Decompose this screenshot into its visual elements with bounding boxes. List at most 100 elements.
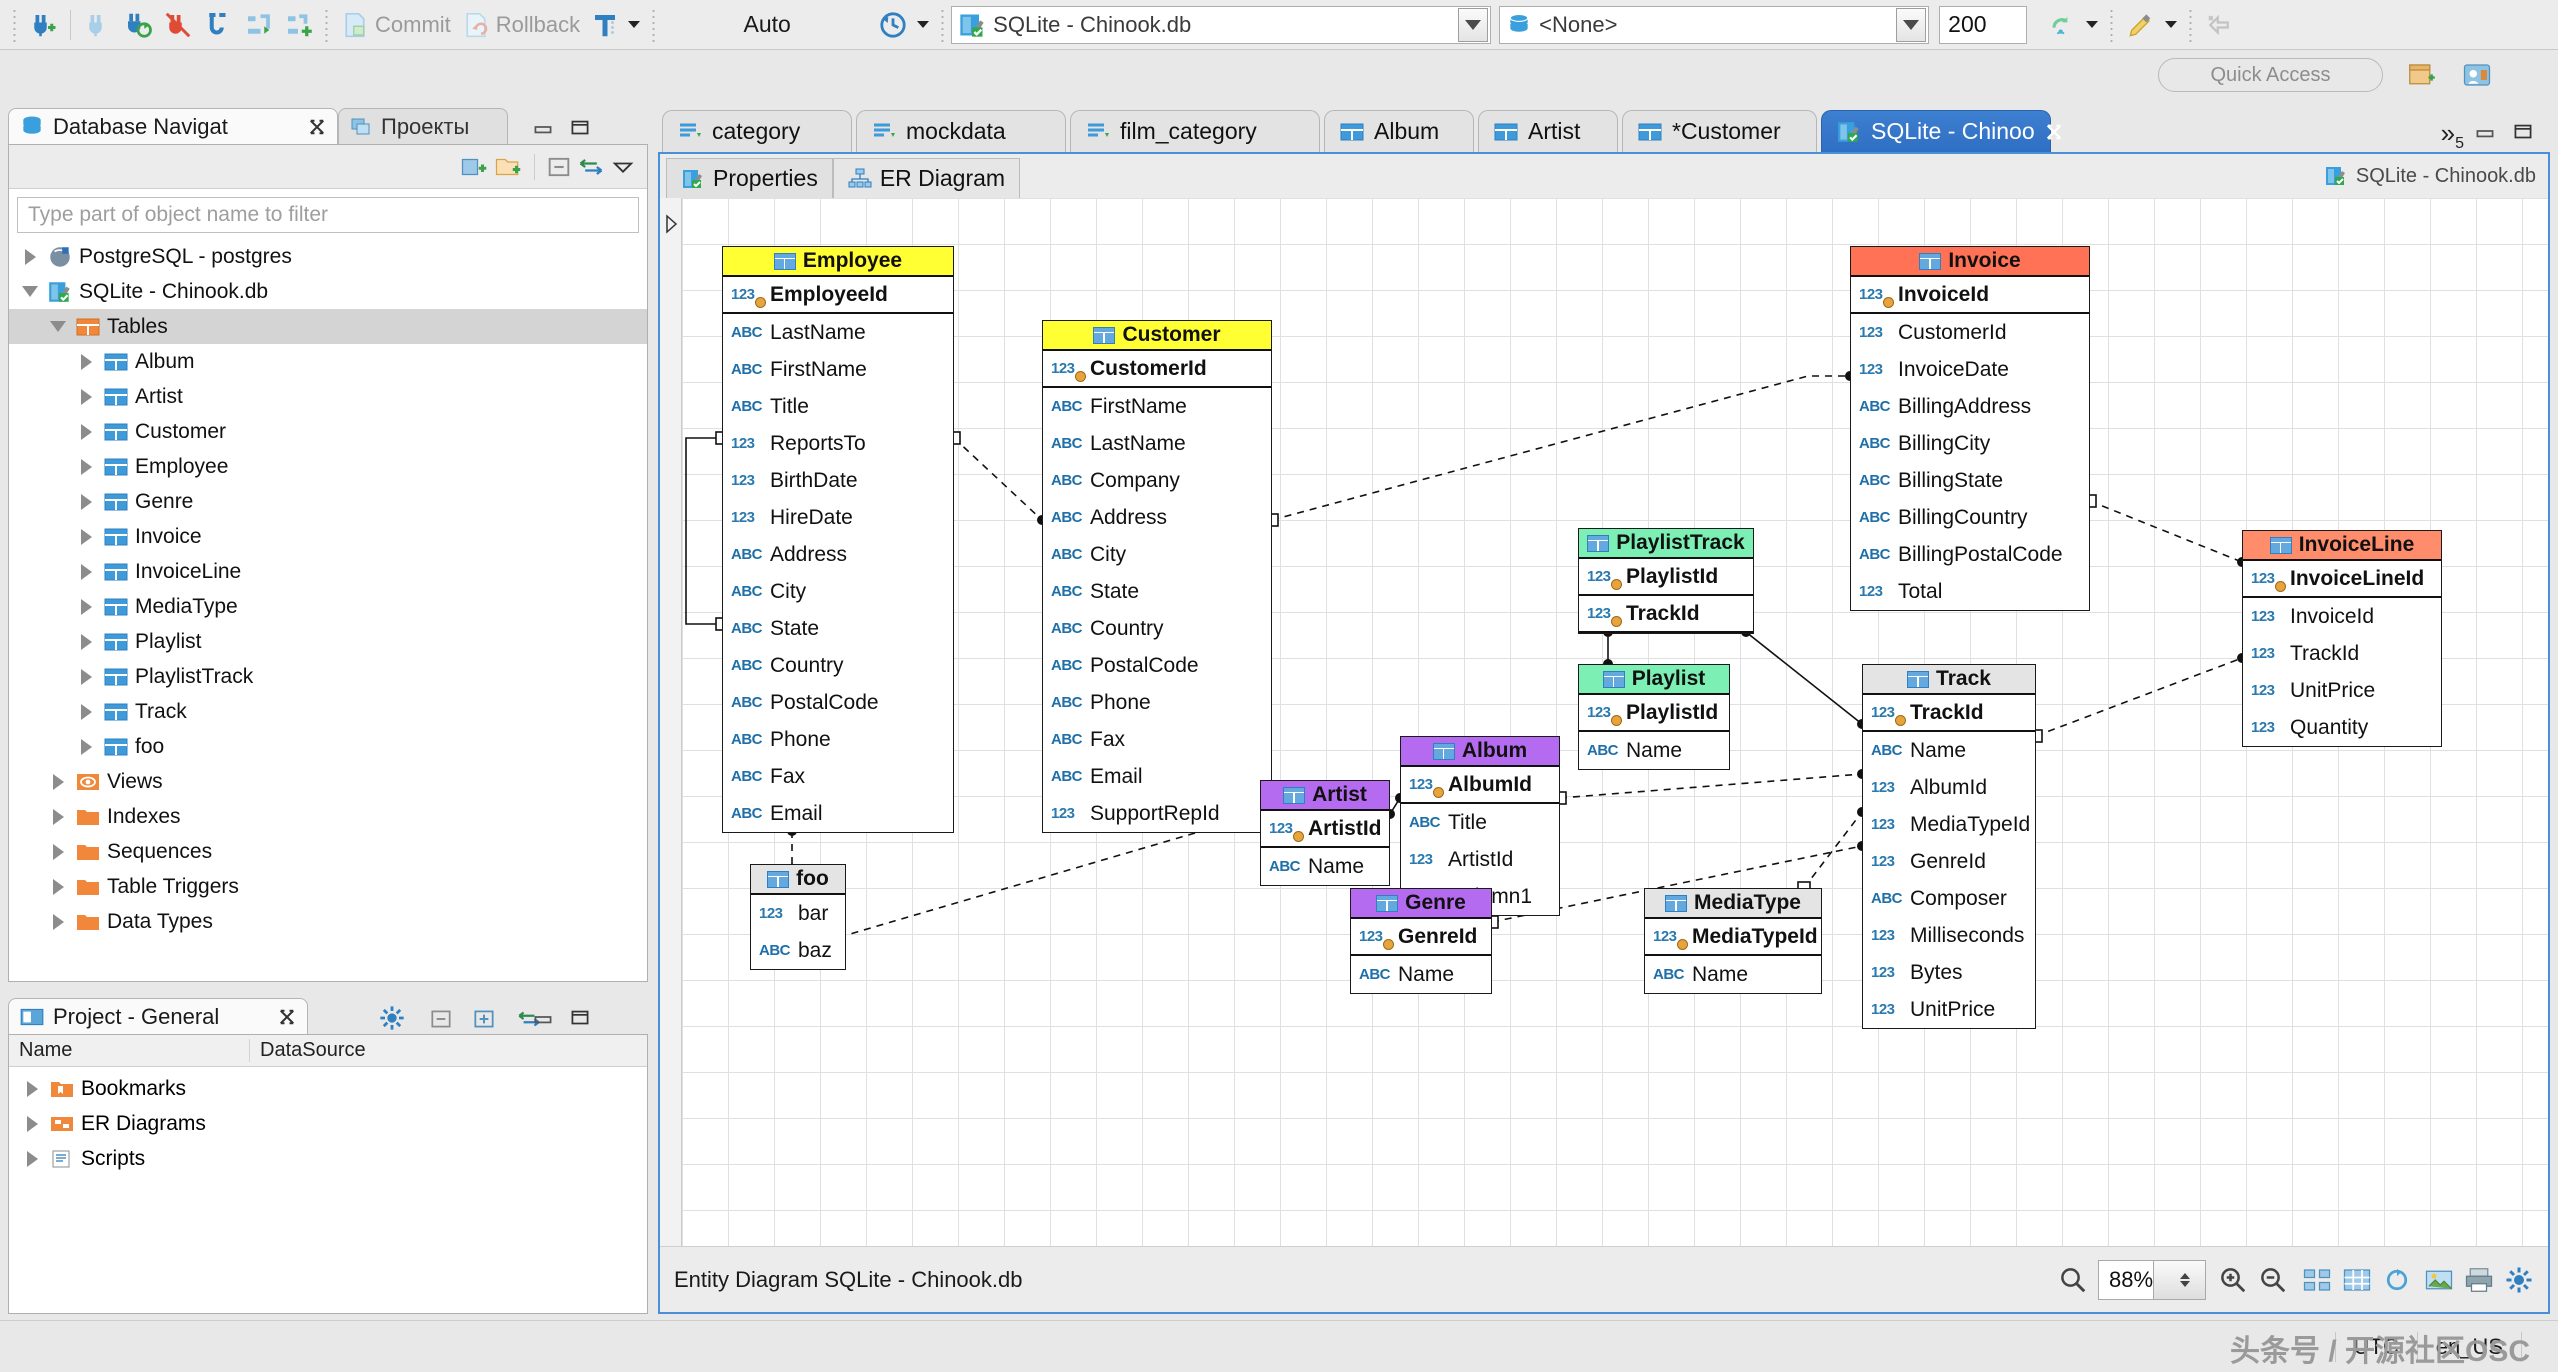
- navigator-filter-input[interactable]: Type part of object name to filter: [17, 197, 639, 233]
- editor-tab-sqlitechinoo[interactable]: SQLite - Chinoo: [1821, 110, 2061, 152]
- restore-perspective-icon[interactable]: [2402, 57, 2440, 93]
- entity-column[interactable]: ABC City: [723, 573, 953, 610]
- project-item-er-diagrams[interactable]: ER Diagrams: [9, 1106, 647, 1141]
- entity-playlist[interactable]: Playlist 123 PlaylistId ABC Name: [1578, 664, 1730, 770]
- diagram-settings-icon[interactable]: [2504, 1265, 2534, 1295]
- entity-artist[interactable]: Artist 123 ArtistId ABC Name: [1260, 780, 1390, 886]
- disconnect-all-icon[interactable]: [158, 7, 198, 43]
- chevron-down-icon[interactable]: [2165, 21, 2178, 28]
- project-tree[interactable]: Bookmarks ER Diagrams Scripts: [9, 1067, 647, 1176]
- close-icon[interactable]: [307, 117, 327, 137]
- entity-column[interactable]: 123 ArtistId: [1261, 811, 1389, 848]
- maximize-panel-button[interactable]: [567, 114, 593, 140]
- entity-header[interactable]: foo: [751, 865, 845, 895]
- transaction-mode-value[interactable]: Auto: [662, 11, 872, 38]
- entity-column[interactable]: ABC Country: [723, 647, 953, 684]
- new-connection-icon[interactable]: [23, 7, 63, 43]
- entity-header[interactable]: InvoiceLine: [2243, 531, 2441, 561]
- tab-project-general[interactable]: Project - General: [8, 998, 308, 1034]
- er-diagram-canvas[interactable]: Employee 123 EmployeeId ABC LastName ABC First…: [682, 198, 2548, 1246]
- column-header-name[interactable]: Name: [9, 1039, 249, 1062]
- zoom-spinner[interactable]: [2153, 1260, 2205, 1299]
- zoom-in-icon[interactable]: [2218, 1265, 2248, 1295]
- column-header-datasource[interactable]: DataSource: [249, 1039, 647, 1062]
- back-arrow-icon[interactable]: [2199, 7, 2239, 43]
- chevron-right-icon[interactable]: [75, 528, 97, 545]
- tree-item-invoiceline[interactable]: InvoiceLine: [9, 554, 647, 589]
- entity-column[interactable]: 123 TrackId: [1579, 596, 1753, 633]
- entity-playlisttrack[interactable]: PlaylistTrack 123 PlaylistId 123 TrackId: [1578, 528, 1754, 634]
- close-icon[interactable]: [2044, 122, 2064, 142]
- entity-column[interactable]: 123 MediaTypeId: [1645, 919, 1821, 956]
- maximize-panel-button[interactable]: [567, 1004, 593, 1030]
- entity-invoice[interactable]: Invoice 123 InvoiceId 123 CustomerId 123 Invoi…: [1850, 246, 2090, 611]
- disconnect-icon[interactable]: [78, 7, 118, 43]
- connection-selector[interactable]: SQLite - Chinook.db: [951, 5, 1492, 44]
- entity-column[interactable]: 123 CustomerId: [1043, 351, 1271, 388]
- close-icon[interactable]: [277, 1007, 297, 1027]
- entity-column[interactable]: ABC Address: [1043, 499, 1271, 536]
- chevron-right-icon[interactable]: [19, 248, 41, 265]
- entity-column[interactable]: 123 BirthDate: [723, 462, 953, 499]
- chevron-down-icon[interactable]: [628, 21, 641, 28]
- fetch-size-input[interactable]: 200: [1939, 5, 2028, 44]
- add-icon[interactable]: [471, 1006, 497, 1032]
- minimize-panel-button[interactable]: [530, 1004, 556, 1030]
- entity-column[interactable]: ABC Country: [1043, 610, 1271, 647]
- collapse-all-icon[interactable]: [545, 153, 573, 181]
- entity-column[interactable]: 123 GenreId: [1351, 919, 1491, 956]
- open-sql-script-icon[interactable]: [238, 7, 278, 43]
- chevron-right-icon[interactable]: [47, 808, 69, 825]
- tree-item-sequences[interactable]: Sequences: [9, 834, 647, 869]
- diagram-canvas-wrapper[interactable]: Employee 123 EmployeeId ABC LastName ABC First…: [660, 198, 2548, 1246]
- chevron-right-icon[interactable]: [75, 353, 97, 370]
- layout-horizontal-icon[interactable]: [2302, 1265, 2332, 1295]
- entity-header[interactable]: Genre: [1351, 889, 1491, 919]
- editor-tab-bar[interactable]: »5 category mockdata film_category Album Art…: [658, 104, 2550, 152]
- entity-column[interactable]: ABC Email: [723, 795, 953, 832]
- tree-item-invoice[interactable]: Invoice: [9, 519, 647, 554]
- entity-mediatype[interactable]: MediaType 123 MediaTypeId ABC Name: [1644, 888, 1822, 994]
- entity-column[interactable]: 123 PlaylistId: [1579, 559, 1753, 596]
- entity-column[interactable]: 123 bar: [751, 895, 845, 932]
- refresh-diagram-icon[interactable]: [2382, 1265, 2412, 1295]
- chevron-right-icon[interactable]: [75, 598, 97, 615]
- entity-column[interactable]: ABC Fax: [1043, 721, 1271, 758]
- entity-column[interactable]: ABC Name: [1351, 956, 1491, 993]
- tab-er-diagram[interactable]: ER Diagram: [832, 158, 1021, 198]
- database-tree[interactable]: PostgreSQL - postgres SQLite - Chinook.db…: [9, 235, 647, 939]
- project-item-scripts[interactable]: Scripts: [9, 1141, 647, 1176]
- tree-item-track[interactable]: Track: [9, 694, 647, 729]
- tree-item-table-triggers[interactable]: Table Triggers: [9, 869, 647, 904]
- entity-column[interactable]: 123 MediaTypeId: [1863, 806, 2035, 843]
- editor-tab-customer[interactable]: *Customer: [1622, 110, 1817, 152]
- entity-column[interactable]: ABC baz: [751, 932, 845, 969]
- schema-dropdown-arrow[interactable]: [1896, 7, 1927, 42]
- entity-column[interactable]: 123 Total: [1851, 573, 2089, 610]
- entity-column[interactable]: ABC Title: [1401, 804, 1559, 841]
- entity-customer[interactable]: Customer 123 CustomerId ABC FirstName ABC Last…: [1042, 320, 1272, 833]
- entity-column[interactable]: ABC Name: [1863, 732, 2035, 769]
- tree-item-foo[interactable]: foo: [9, 729, 647, 764]
- entity-column[interactable]: 123 InvoiceLineId: [2243, 561, 2441, 598]
- entity-column[interactable]: ABC State: [723, 610, 953, 647]
- chevron-right-icon[interactable]: [47, 773, 69, 790]
- chevron-right-icon[interactable]: [47, 878, 69, 895]
- tree-item-tables[interactable]: Tables: [9, 309, 647, 344]
- entity-header[interactable]: Customer: [1043, 321, 1271, 351]
- entity-column[interactable]: ABC Company: [1043, 462, 1271, 499]
- editor-tab-artist[interactable]: Artist: [1478, 110, 1618, 152]
- chevron-right-icon[interactable]: [75, 388, 97, 405]
- chevron-down-icon[interactable]: [2086, 21, 2099, 28]
- entity-column[interactable]: ABC BillingPostalCode: [1851, 536, 2089, 573]
- schema-selector[interactable]: <None>: [1499, 5, 1930, 44]
- entity-column[interactable]: ABC Name: [1645, 956, 1821, 993]
- chevron-right-icon[interactable]: [75, 563, 97, 580]
- connection-dropdown-arrow[interactable]: [1458, 7, 1489, 42]
- editor-tab-filmcategory[interactable]: film_category: [1070, 110, 1320, 152]
- entity-header[interactable]: Album: [1401, 737, 1559, 767]
- show-grid-icon[interactable]: [2342, 1265, 2372, 1295]
- entity-foo[interactable]: foo 123 bar ABC baz: [750, 864, 846, 970]
- tree-item-playlist[interactable]: Playlist: [9, 624, 647, 659]
- tab-database-navigator[interactable]: Database Navigat: [8, 108, 338, 144]
